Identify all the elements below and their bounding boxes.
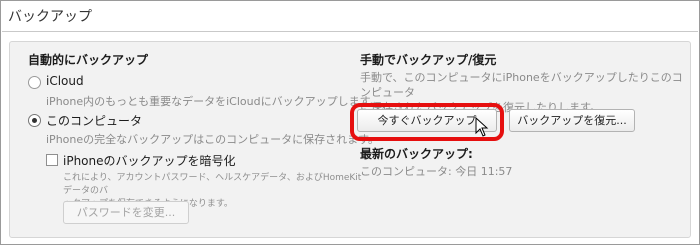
icloud-description: iPhone内のもっとも重要なデータをiCloudにバックアップします。 xyxy=(46,95,381,108)
latest-backup-heading: 最新のバックアップ: xyxy=(360,147,473,161)
this-computer-radio-icon[interactable] xyxy=(28,114,41,127)
section-title: バックアップ xyxy=(8,9,92,25)
auto-backup-heading: 自動的にバックアップ xyxy=(28,53,149,67)
restore-backup-button[interactable]: バックアップを復元... xyxy=(509,109,635,132)
mouse-pointer-icon xyxy=(475,117,489,137)
encrypt-checkbox-icon[interactable] xyxy=(46,154,58,166)
change-password-button[interactable]: パスワードを変更... xyxy=(63,201,189,224)
encrypt-note-line-1: これにより、アカウントパスワード、ヘルスケアデータ、およびHomeKitデータの… xyxy=(63,173,362,196)
icloud-label[interactable]: iCloud xyxy=(46,74,84,88)
this-computer-label[interactable]: このコンピュータ xyxy=(46,112,142,129)
manual-backup-heading: 手動でバックアップ/復元 xyxy=(360,53,497,67)
icloud-radio-icon[interactable] xyxy=(28,76,41,89)
backup-settings-window: バックアップ 自動的にバックアップ iCloud iPhone内のもっとも重要な… xyxy=(0,0,700,245)
latest-backup-value: このコンピュータ: 今日 11:57 xyxy=(360,165,513,178)
manual-description-line-1: 手動で、このコンピュータにiPhoneをバックアップしたりこのコンピュータ xyxy=(360,71,683,99)
this-computer-description: iPhoneの完全なバックアップはこのコンピュータに保存されます。 xyxy=(46,133,380,146)
title-divider xyxy=(2,31,698,32)
encrypt-label[interactable]: iPhoneのバックアップを暗号化 xyxy=(63,152,236,169)
